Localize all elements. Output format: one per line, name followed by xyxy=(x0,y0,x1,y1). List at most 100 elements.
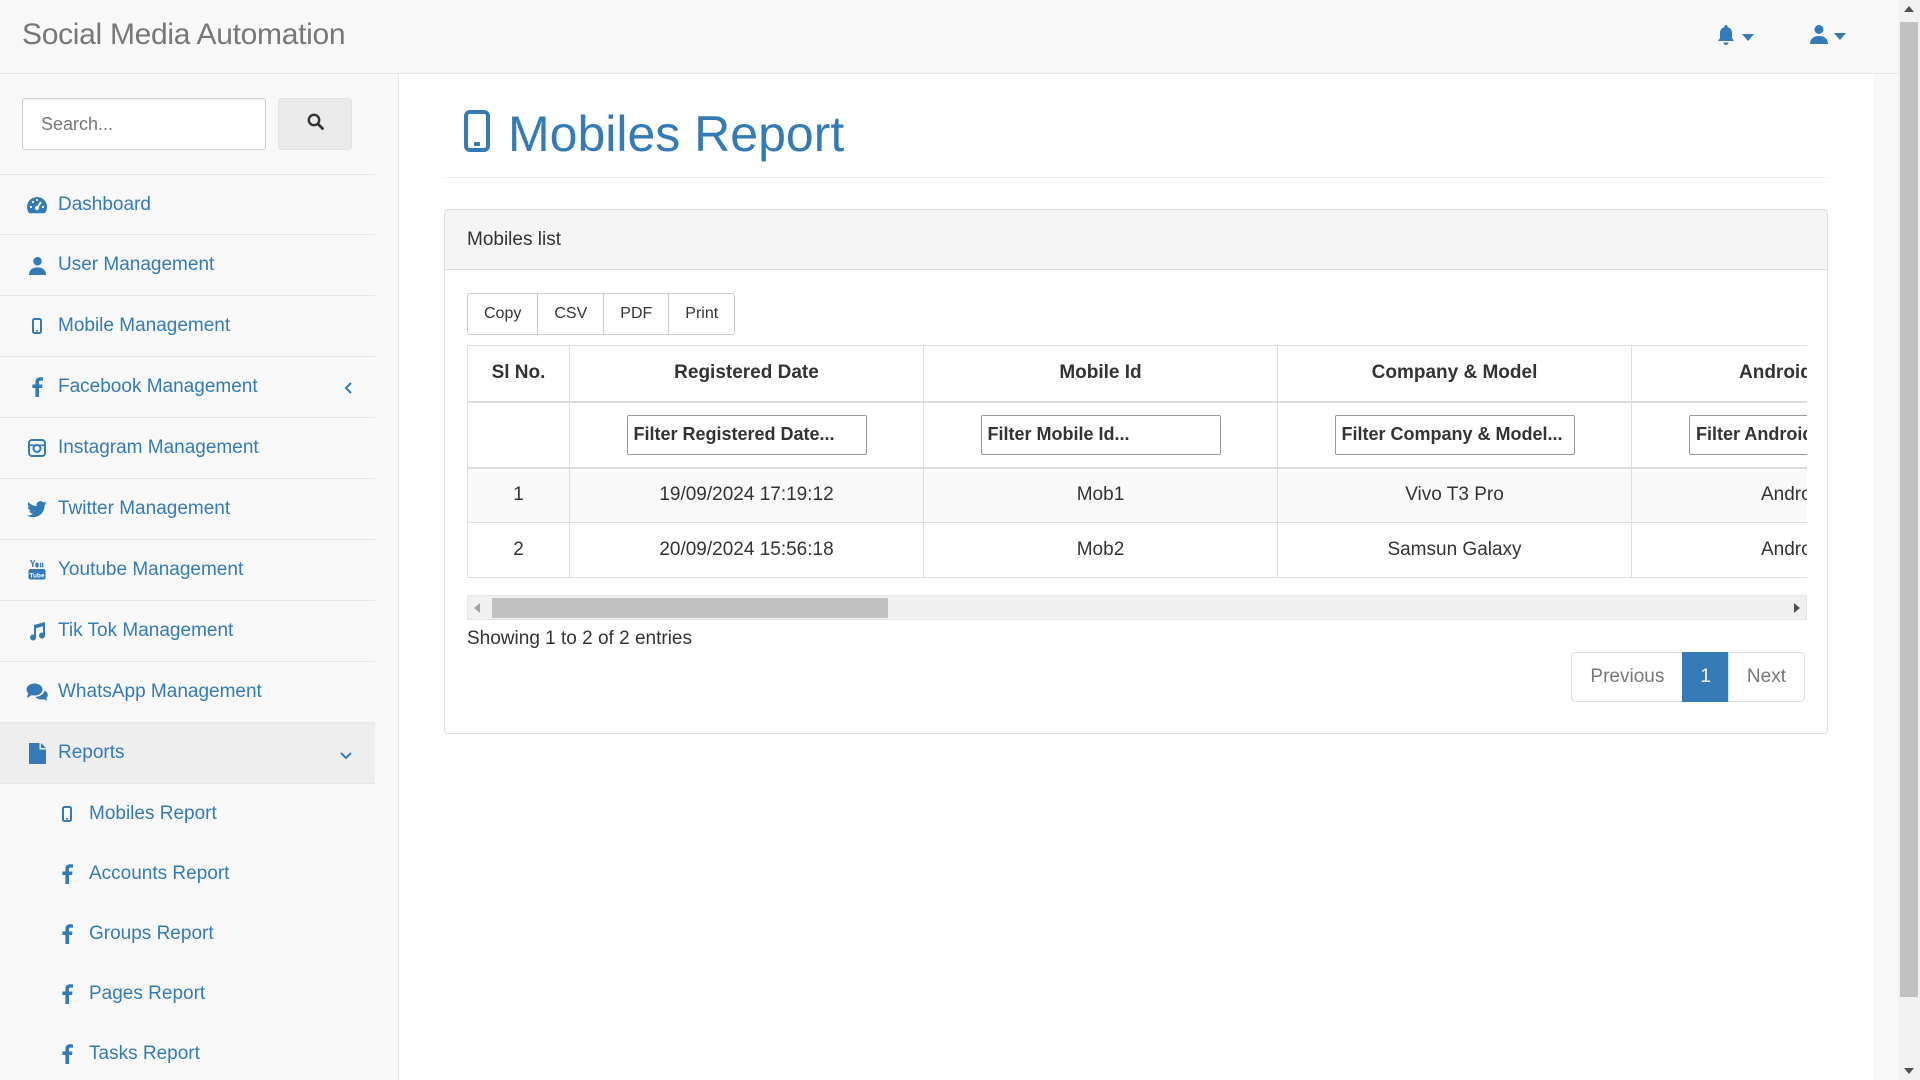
dashboard-icon xyxy=(24,195,50,215)
cell-android: Android xyxy=(1631,522,1807,578)
filter-mobile-id-input[interactable] xyxy=(980,414,1221,455)
sidebar-item-label: Dashboard xyxy=(58,193,151,215)
cell-sl-no: 2 xyxy=(467,522,570,578)
instagram-icon xyxy=(24,439,50,457)
filter-row xyxy=(467,401,1807,469)
sidebar-item-mobile-management[interactable]: Mobile Management xyxy=(0,296,375,357)
filter-cell xyxy=(1277,401,1632,469)
sidebar-item-tiktok-management[interactable]: Tik Tok Management xyxy=(0,601,375,662)
table-info: Showing 1 to 2 of 2 entries xyxy=(467,628,692,649)
page-vertical-scrollbar[interactable] xyxy=(1898,0,1920,1080)
facebook-icon xyxy=(60,984,74,1004)
sidebar-item-label: WhatsApp Management xyxy=(58,681,262,702)
filter-cell-empty xyxy=(467,401,570,469)
sidebar-subitem-mobiles-report[interactable]: Mobiles Report xyxy=(0,784,375,844)
youtube-icon: Tube xyxy=(24,560,50,580)
comments-icon xyxy=(24,683,50,701)
cell-company-model: Samsun Galaxy xyxy=(1277,522,1632,578)
column-header-sl-no[interactable]: Sl No. xyxy=(467,345,570,403)
filter-registered-date-input[interactable] xyxy=(626,414,867,455)
print-button[interactable]: Print xyxy=(668,293,736,335)
page-1-button[interactable]: 1 xyxy=(1682,652,1729,702)
cell-sl-no: 1 xyxy=(467,467,570,523)
sidebar-subitem-pages-report[interactable]: Pages Report xyxy=(0,964,375,1024)
sidebar-subitem-groups-report[interactable]: Groups Report xyxy=(0,904,375,964)
chevron-left-icon[interactable] xyxy=(343,379,353,401)
previous-page-button[interactable]: Previous xyxy=(1571,652,1684,702)
filter-company-model-input[interactable] xyxy=(1334,414,1575,455)
mobile-icon xyxy=(24,318,50,334)
sidebar-item-instagram-management[interactable]: Instagram Management xyxy=(0,418,375,479)
mobiles-table: Sl No. Registered Date Mobile Id Company… xyxy=(467,345,1807,578)
sidebar-subitem-accounts-report[interactable]: Accounts Report xyxy=(0,844,375,904)
scrollbar-thumb[interactable] xyxy=(492,598,888,618)
filter-android-input[interactable] xyxy=(1689,414,1807,455)
chevron-down-icon xyxy=(1742,34,1754,41)
table-row[interactable]: 2 20/09/2024 15:56:18 Mob2 Samsun Galaxy… xyxy=(467,522,1807,578)
scroll-right-arrow-icon[interactable] xyxy=(1794,603,1800,613)
sidebar-menu: Dashboard User Management Mobile Managem… xyxy=(0,174,375,1080)
sidebar-item-youtube-management[interactable]: Tube Youtube Management xyxy=(0,540,375,601)
column-header-company-model[interactable]: Company & Model xyxy=(1277,345,1632,403)
sidebar-item-whatsapp-management[interactable]: WhatsApp Management xyxy=(0,662,375,723)
cell-company-model: Vivo T3 Pro xyxy=(1277,467,1632,523)
facebook-icon xyxy=(24,377,50,397)
user-dropdown[interactable] xyxy=(1810,24,1846,49)
search-button[interactable] xyxy=(278,98,352,150)
table-row[interactable]: 1 19/09/2024 17:19:12 Mob1 Vivo T3 Pro A… xyxy=(467,467,1807,523)
top-navbar: Social Media Automation xyxy=(0,0,1898,74)
column-header-android[interactable]: Android xyxy=(1631,345,1807,403)
export-buttons: Copy CSV PDF Print xyxy=(467,293,736,335)
sidebar-subitem-label: Groups Report xyxy=(89,923,214,944)
next-page-button[interactable]: Next xyxy=(1727,652,1805,702)
sidebar-subitem-tasks-report[interactable]: Tasks Report xyxy=(0,1024,375,1080)
column-header-mobile-id[interactable]: Mobile Id xyxy=(923,345,1278,403)
sidebar-subitem-label: Pages Report xyxy=(89,983,206,1004)
sidebar-subitem-label: Mobiles Report xyxy=(89,803,217,824)
sidebar-item-label: Instagram Management xyxy=(58,437,259,458)
chevron-down-icon xyxy=(1834,33,1846,40)
sidebar: Dashboard User Management Mobile Managem… xyxy=(0,74,399,1080)
filter-cell xyxy=(1631,401,1807,469)
column-header-registered-date[interactable]: Registered Date xyxy=(569,345,924,403)
sidebar-subitem-label: Accounts Report xyxy=(89,863,230,884)
twitter-icon xyxy=(24,500,50,518)
scrollbar-thumb[interactable] xyxy=(1900,22,1918,997)
table-scroll-container: Sl No. Registered Date Mobile Id Company… xyxy=(467,345,1807,595)
sidebar-item-label: User Management xyxy=(58,254,215,275)
music-icon xyxy=(24,621,50,641)
scroll-down-arrow-icon[interactable] xyxy=(1904,1068,1914,1074)
sidebar-item-reports[interactable]: Reports xyxy=(0,723,375,784)
sidebar-item-dashboard[interactable]: Dashboard xyxy=(0,174,375,235)
filter-cell xyxy=(569,401,924,469)
csv-button[interactable]: CSV xyxy=(537,293,605,335)
main-content: Mobiles Report Mobiles list Copy CSV PDF… xyxy=(399,74,1873,1080)
cell-mobile-id: Mob1 xyxy=(923,467,1278,523)
scroll-up-arrow-icon[interactable] xyxy=(1904,6,1914,12)
scroll-left-arrow-icon[interactable] xyxy=(474,603,480,613)
sidebar-item-user-management[interactable]: User Management xyxy=(0,235,375,296)
search-input[interactable] xyxy=(22,98,266,150)
cell-android: Android xyxy=(1631,467,1807,523)
chevron-down-icon[interactable] xyxy=(339,745,353,767)
sidebar-item-label: Tik Tok Management xyxy=(58,620,234,641)
copy-button[interactable]: Copy xyxy=(467,293,539,335)
table-horizontal-scrollbar[interactable] xyxy=(467,595,1807,620)
cell-registered-date: 20/09/2024 15:56:18 xyxy=(569,522,924,578)
page-header: Mobiles Report xyxy=(444,104,1828,178)
pdf-button[interactable]: PDF xyxy=(603,293,670,335)
sidebar-item-facebook-management[interactable]: Facebook Management xyxy=(0,357,375,418)
notifications-dropdown[interactable] xyxy=(1716,24,1754,51)
sidebar-item-twitter-management[interactable]: Twitter Management xyxy=(0,479,375,540)
user-icon xyxy=(24,256,50,275)
sidebar-item-label: Youtube Management xyxy=(58,559,244,580)
page-title: Mobiles Report xyxy=(508,106,845,162)
sidebar-item-label: Facebook Management xyxy=(58,376,258,397)
cell-registered-date: 19/09/2024 17:19:12 xyxy=(569,467,924,523)
sidebar-search xyxy=(22,98,352,150)
app-title[interactable]: Social Media Automation xyxy=(22,18,346,52)
sidebar-item-label: Reports xyxy=(58,742,125,763)
mobiles-list-panel: Mobiles list Copy CSV PDF Print Sl No. R… xyxy=(444,209,1828,734)
sidebar-subitem-label: Tasks Report xyxy=(89,1043,200,1064)
cell-mobile-id: Mob2 xyxy=(923,522,1278,578)
